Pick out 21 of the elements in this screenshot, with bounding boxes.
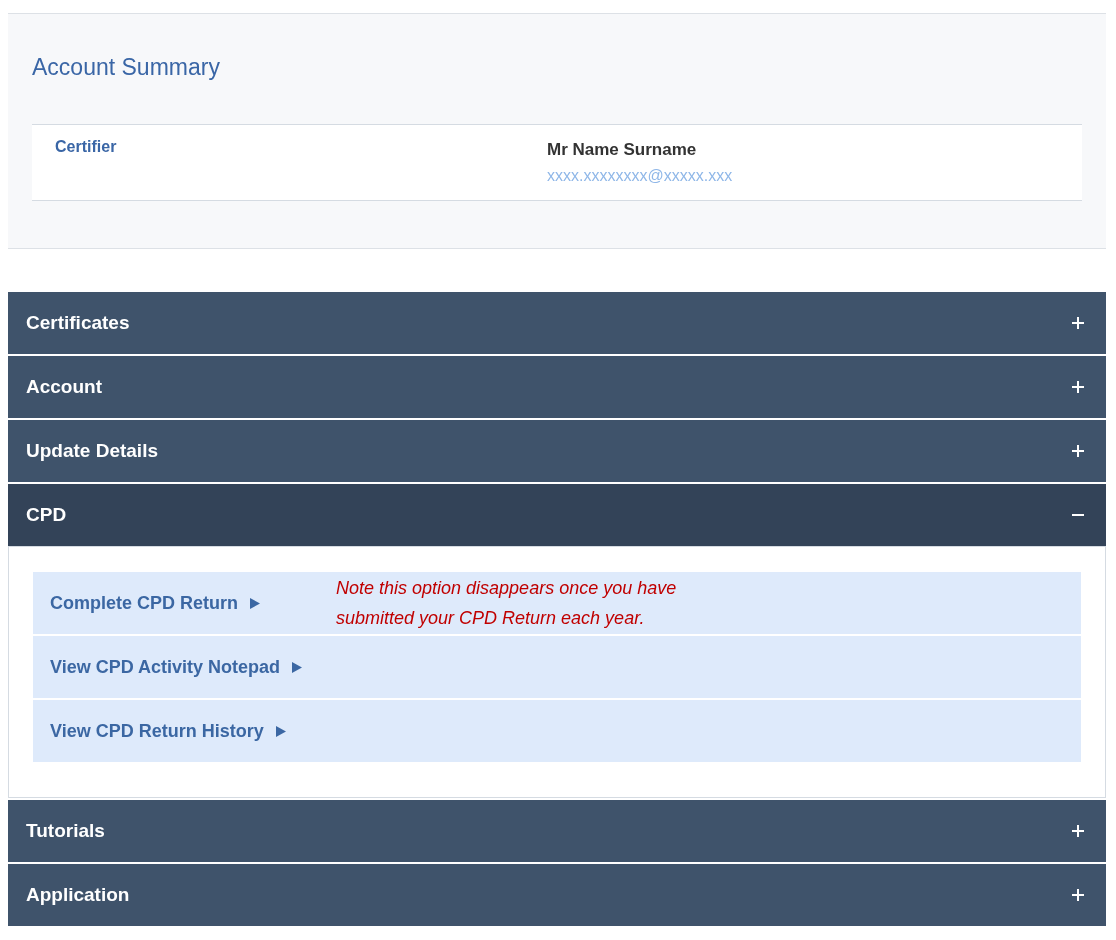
menu-link[interactable]: View CPD Return History: [50, 720, 286, 742]
person-name: Mr Name Surname: [547, 140, 698, 160]
summary-title: Account Summary: [32, 54, 221, 82]
triangle-icon: [292, 661, 303, 673]
accordion-header[interactable]: CPD: [8, 484, 1106, 546]
triangle-icon: [250, 597, 260, 609]
accordion-header[interactable]: Account: [8, 356, 1106, 418]
accordion-header[interactable]: Update Details: [8, 420, 1106, 482]
menu-link[interactable]: Complete CPD Return: [50, 592, 260, 614]
accordion-header[interactable]: Tutorials: [8, 800, 1106, 862]
plus-icon: [1072, 889, 1084, 901]
role-label: Certifier: [55, 138, 118, 157]
plus-icon: [1072, 381, 1084, 393]
accordion-header[interactable]: Certificates: [8, 292, 1106, 354]
plus-icon: [1072, 317, 1084, 329]
plus-icon: [1072, 445, 1084, 457]
triangle-icon: [275, 725, 286, 737]
menu-link[interactable]: View CPD Activity Notepad: [50, 656, 303, 678]
plus-icon: [1072, 825, 1084, 837]
accordion-header[interactable]: Application: [8, 864, 1106, 926]
note-text: Note this option disappears once you have submitted your CPD Return each year.: [336, 577, 678, 630]
